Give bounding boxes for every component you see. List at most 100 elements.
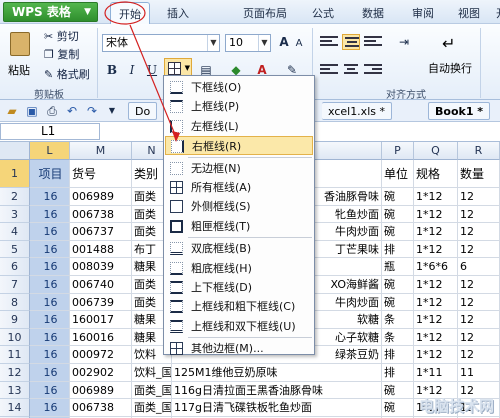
- table-cell[interactable]: 面类_国产: [132, 381, 172, 400]
- border-menu-item[interactable]: 所有框线(A): [165, 178, 313, 197]
- table-cell[interactable]: 条: [382, 328, 414, 347]
- border-menu-item[interactable]: 无边框(N): [165, 159, 313, 178]
- table-cell[interactable]: 006737: [70, 223, 132, 241]
- table-cell[interactable]: 6: [458, 258, 500, 276]
- tab-formulas[interactable]: 公式: [312, 5, 334, 21]
- border-menu-item[interactable]: 其他边框(M)...: [165, 339, 313, 358]
- indent-icon[interactable]: ⇥: [396, 34, 412, 50]
- header-cell[interactable]: 数量: [458, 160, 500, 188]
- underline-button[interactable]: U: [144, 62, 160, 78]
- row-header[interactable]: 14: [0, 399, 30, 417]
- align-right-icon[interactable]: [364, 62, 382, 78]
- table-cell[interactable]: 16: [30, 381, 70, 400]
- table-cell[interactable]: 碗: [382, 223, 414, 241]
- table-cell[interactable]: 006989: [70, 188, 132, 206]
- redo-icon[interactable]: ↷: [84, 103, 100, 119]
- grow-font-icon[interactable]: A: [276, 34, 292, 50]
- table-cell[interactable]: 16: [30, 205, 70, 224]
- cut-button[interactable]: ✂ 剪切: [44, 28, 79, 44]
- align-middle-icon[interactable]: [342, 34, 360, 50]
- table-cell[interactable]: 1*12: [414, 188, 458, 206]
- table-cell[interactable]: 006738: [70, 399, 132, 417]
- align-top-icon[interactable]: [320, 34, 338, 50]
- doc-tab[interactable]: Do: [128, 102, 158, 120]
- wrap-text-button[interactable]: ↵ 自动换行: [428, 30, 474, 80]
- table-cell[interactable]: 12: [458, 188, 500, 206]
- row-header[interactable]: 9: [0, 311, 30, 329]
- table-cell[interactable]: 12: [458, 223, 500, 241]
- table-cell[interactable]: 16: [30, 223, 70, 241]
- column-header-M[interactable]: M: [70, 142, 132, 160]
- align-bottom-icon[interactable]: [364, 34, 382, 50]
- table-cell[interactable]: 160016: [70, 328, 132, 347]
- table-cell[interactable]: 006739: [70, 293, 132, 312]
- bold-button[interactable]: B: [104, 62, 120, 78]
- table-cell[interactable]: 1*12: [414, 293, 458, 312]
- table-cell[interactable]: 116g日清拉面王黑香油豚骨味: [172, 381, 382, 400]
- table-cell[interactable]: 碗: [382, 188, 414, 206]
- header-cell[interactable]: 规格: [414, 160, 458, 188]
- table-cell[interactable]: 12: [458, 311, 500, 329]
- table-cell[interactable]: 碗: [382, 399, 414, 417]
- table-cell[interactable]: 面类_国产: [132, 399, 172, 417]
- header-cell[interactable]: 项目: [30, 160, 70, 188]
- border-menu-item[interactable]: 下框线(O): [165, 78, 313, 97]
- table-cell[interactable]: 12: [458, 205, 500, 224]
- column-header-L[interactable]: L: [30, 142, 70, 160]
- table-cell[interactable]: 16: [30, 240, 70, 259]
- row-header[interactable]: 11: [0, 346, 30, 364]
- border-menu-item[interactable]: 外侧框线(S): [165, 197, 313, 216]
- format-painter-button[interactable]: ✎ 格式刷: [44, 66, 90, 82]
- table-cell[interactable]: 1*12: [414, 276, 458, 294]
- table-cell[interactable]: 16: [30, 188, 70, 206]
- border-menu-item[interactable]: 双底框线(B): [165, 239, 313, 258]
- tab-insert[interactable]: 插入: [167, 5, 189, 21]
- doc-tab[interactable]: xcel1.xls *: [322, 102, 392, 120]
- tab-data[interactable]: 数据: [362, 5, 384, 21]
- row-header[interactable]: 8: [0, 293, 30, 312]
- table-cell[interactable]: 008039: [70, 258, 132, 276]
- table-cell[interactable]: 16: [30, 328, 70, 347]
- table-cell[interactable]: 排: [382, 240, 414, 259]
- table-cell[interactable]: 16: [30, 276, 70, 294]
- row-header[interactable]: 5: [0, 240, 30, 259]
- row-header[interactable]: 13: [0, 381, 30, 400]
- table-cell[interactable]: 饮料_国产: [132, 364, 172, 382]
- header-cell[interactable]: 货号: [70, 160, 132, 188]
- print-icon[interactable]: ⎙: [44, 103, 60, 119]
- table-cell[interactable]: 1*12: [414, 346, 458, 364]
- wps-app-button[interactable]: WPS 表格 ▼: [3, 2, 98, 22]
- table-cell[interactable]: 12: [458, 240, 500, 259]
- select-all-corner[interactable]: [0, 142, 30, 160]
- chevron-down-icon[interactable]: ▼: [104, 103, 120, 119]
- table-cell[interactable]: 瓶: [382, 258, 414, 276]
- tab-home[interactable]: 开始: [110, 2, 150, 24]
- row-header[interactable]: 1: [0, 160, 30, 188]
- header-cell[interactable]: 单位: [382, 160, 414, 188]
- table-cell[interactable]: 碗: [382, 293, 414, 312]
- table-cell[interactable]: 1*11: [414, 364, 458, 382]
- table-cell[interactable]: 006740: [70, 276, 132, 294]
- table-cell[interactable]: 碗: [382, 205, 414, 224]
- border-menu-item[interactable]: 粗匣框线(T): [165, 217, 313, 236]
- table-cell[interactable]: 16: [30, 293, 70, 312]
- align-center-icon[interactable]: [342, 62, 360, 78]
- font-name-select[interactable]: 宋体 ▼: [102, 34, 220, 52]
- table-cell[interactable]: 碗: [382, 276, 414, 294]
- table-cell[interactable]: 1*12: [414, 205, 458, 224]
- border-menu-item[interactable]: 上框线和粗下框线(C): [165, 297, 313, 316]
- table-cell[interactable]: 000972: [70, 346, 132, 364]
- column-header-Q[interactable]: Q: [414, 142, 458, 160]
- border-menu-item[interactable]: 粗底框线(H): [165, 259, 313, 278]
- border-menu-item[interactable]: 右框线(R): [165, 136, 313, 156]
- table-cell[interactable]: 001488: [70, 240, 132, 259]
- copy-button[interactable]: ❐ 复制: [44, 46, 79, 62]
- row-header[interactable]: 12: [0, 364, 30, 382]
- row-header[interactable]: 4: [0, 223, 30, 241]
- table-cell[interactable]: 排: [382, 346, 414, 364]
- table-cell[interactable]: 12: [458, 346, 500, 364]
- table-cell[interactable]: 12: [458, 328, 500, 347]
- row-header[interactable]: 7: [0, 276, 30, 294]
- open-folder-icon[interactable]: ▰: [4, 103, 20, 119]
- align-left-icon[interactable]: [320, 62, 338, 78]
